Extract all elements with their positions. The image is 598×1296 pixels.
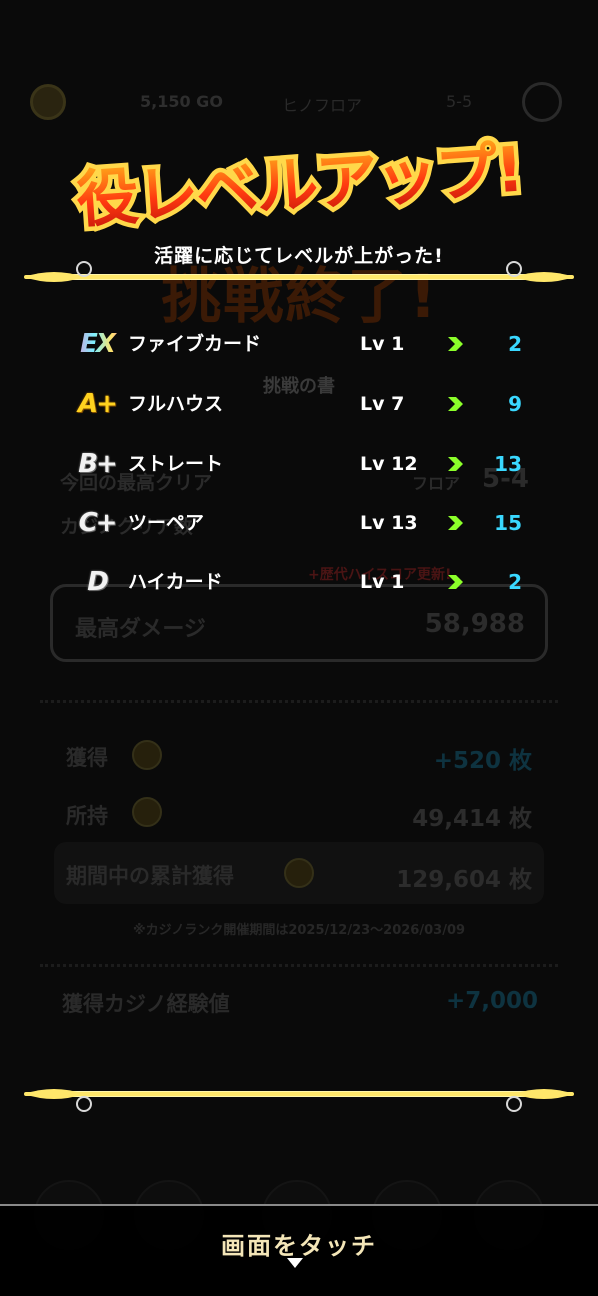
hand-level-row: C+ ツーペア Lv 13 15 [0, 503, 598, 543]
old-level: Lv 13 [360, 512, 418, 534]
top-bar: 5,150 GO ヒノフロア 5-5 [0, 78, 598, 126]
coin-icon [284, 858, 314, 888]
touch-screen-label: 画面をタッチ [221, 1232, 377, 1260]
old-level: Lv 1 [360, 333, 405, 355]
earned-value: +520 枚 [433, 748, 532, 774]
hand-level-row: EX ファイブカード Lv 1 2 [0, 324, 598, 364]
rank-badge-icon: C+ [78, 508, 118, 538]
menu-button [522, 82, 562, 122]
old-level: Lv 12 [360, 453, 418, 475]
new-level: 13 [494, 452, 522, 476]
new-level: 2 [508, 570, 522, 594]
floor-name: ヒノフロア [282, 96, 363, 115]
old-level: Lv 1 [360, 571, 405, 593]
down-triangle-icon [287, 1258, 303, 1268]
new-level: 9 [508, 392, 522, 416]
exp-label: 獲得カジノ経験値 [62, 992, 230, 1016]
hand-level-row: A+ フルハウス Lv 7 9 [0, 384, 598, 424]
rank-badge-icon: A+ [78, 389, 118, 419]
cumulative-value: 129,604 枚 [396, 867, 532, 893]
level-up-title: 役レベルアップ! [62, 128, 536, 241]
owned-label: 所持 [66, 804, 108, 828]
hand-level-row: D ハイカード Lv 1 2 [0, 562, 598, 602]
stage-number: 5-5 [446, 92, 473, 111]
level-up-title-text: 役レベルアップ! [74, 133, 524, 237]
gold-ornament-bar-bottom [14, 1076, 584, 1112]
old-level: Lv 7 [360, 393, 405, 415]
gold-coin-icon [30, 84, 66, 120]
coin-icon [132, 740, 162, 770]
divider [40, 964, 558, 967]
max-damage-value: 58,988 [424, 609, 525, 639]
hand-name: ハイカード [128, 571, 223, 593]
max-damage-label: 最高ダメージ [75, 617, 206, 642]
period-note: ※カジノランク開催期間は2025/12/23〜2026/03/09 [132, 923, 466, 938]
new-level: 2 [508, 332, 522, 356]
exp-value: +7,000 [445, 988, 538, 1014]
gold-ornament-bar-top [14, 259, 584, 295]
touch-screen-prompt[interactable]: 画面をタッチ [0, 1204, 598, 1296]
rank-badge-icon: B+ [78, 449, 118, 479]
hand-name: ストレート [128, 453, 224, 475]
earned-label: 獲得 [66, 746, 108, 770]
hand-level-row: B+ ストレート Lv 12 13 [0, 444, 598, 484]
level-up-title-art: 役レベルアップ! [70, 128, 529, 241]
rank-badge-icon: D [87, 567, 109, 597]
hand-name: ツーペア [128, 512, 205, 534]
divider [40, 700, 558, 703]
new-level: 15 [494, 511, 522, 535]
hand-name: ファイブカード [128, 333, 262, 355]
gold-amount: 5,150 GO [140, 92, 223, 111]
owned-value: 49,414 枚 [412, 806, 532, 832]
cumulative-label: 期間中の累計獲得 [66, 864, 234, 888]
hand-name: フルハウス [128, 393, 224, 415]
rank-badge-icon: EX [68, 324, 126, 364]
coin-icon [132, 797, 162, 827]
